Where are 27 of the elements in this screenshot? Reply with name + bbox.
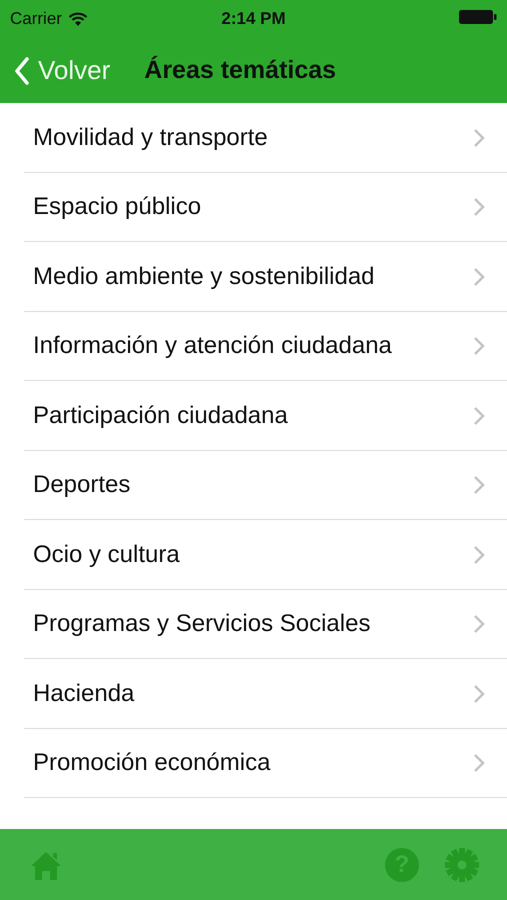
chevron-right-icon xyxy=(473,406,485,426)
chevron-right-icon xyxy=(473,614,485,634)
chevron-right-icon xyxy=(473,753,485,774)
category-list-item[interactable]: Espacio público xyxy=(0,172,507,242)
clock-time: 2:14 PM xyxy=(221,9,286,29)
chevron-right-icon xyxy=(473,266,485,287)
category-list-item[interactable]: Hacienda xyxy=(0,659,507,728)
chevron-left-icon xyxy=(14,56,30,84)
category-list-item[interactable]: Promoción económica xyxy=(0,728,507,798)
settings-icon[interactable] xyxy=(445,848,479,882)
battery-icon xyxy=(459,8,497,24)
category-list-item[interactable]: Participación ciudadana xyxy=(0,381,507,450)
category-list-item[interactable]: Programas y Servicios Sociales xyxy=(0,590,507,659)
chevron-right-icon xyxy=(473,197,485,218)
category-list-item[interactable]: Deportes xyxy=(0,450,507,520)
chevron-right-icon xyxy=(473,684,485,704)
chevron-right-icon xyxy=(473,336,485,356)
screen-title: Áreas temáticas xyxy=(144,56,336,85)
chevron-right-icon xyxy=(473,475,485,496)
chevron-right-icon xyxy=(473,544,485,565)
category-list-item[interactable]: Información y atención ciudadana xyxy=(0,312,507,381)
category-list-item[interactable]: Movilidad y transporte xyxy=(0,103,507,172)
category-list-item[interactable]: Medio ambiente y sostenibilidad xyxy=(0,242,507,312)
chevron-right-icon xyxy=(473,128,485,148)
wifi-icon xyxy=(68,12,88,26)
carrier-name: Carrier xyxy=(10,9,62,29)
category-list-item[interactable]: Ocio y cultura xyxy=(0,520,507,590)
